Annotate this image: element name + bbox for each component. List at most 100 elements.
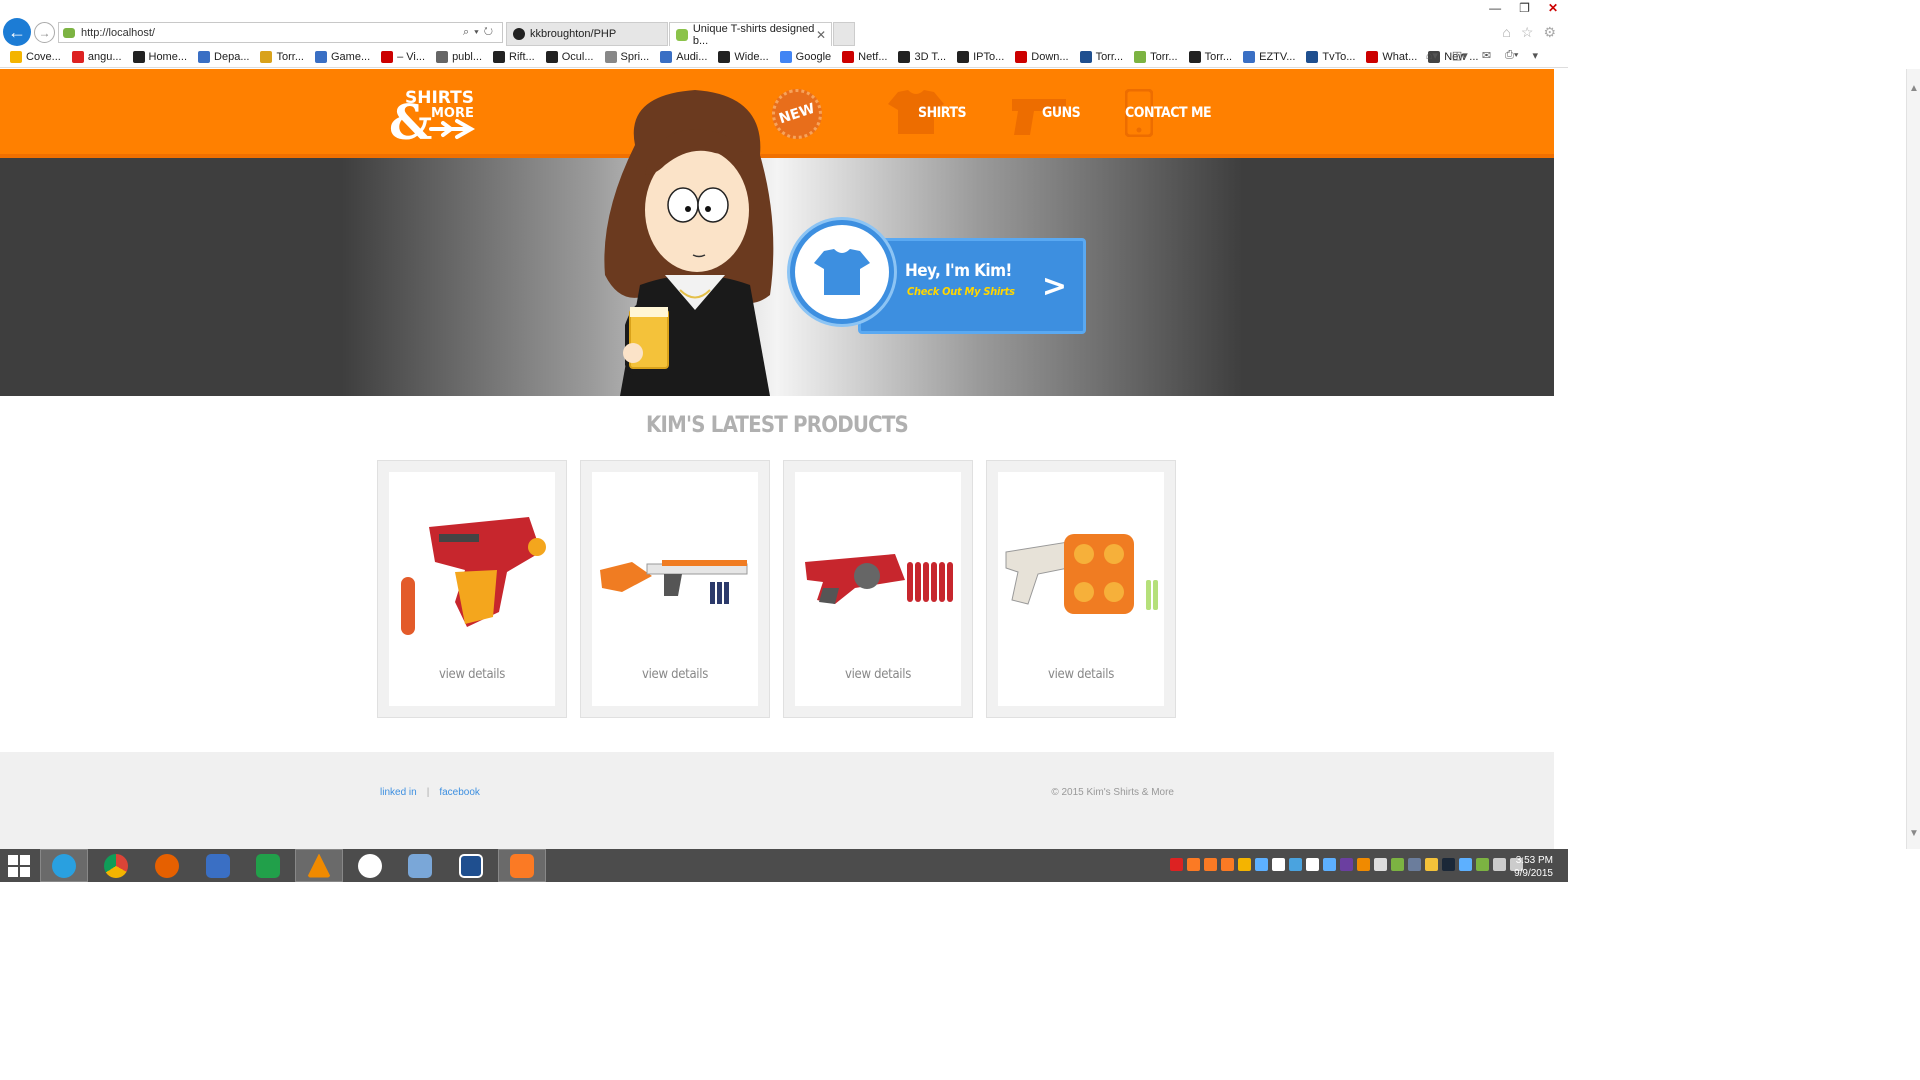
favorite-item[interactable]: Netf... [842, 50, 887, 63]
favorite-item[interactable]: IPTo... [957, 50, 1004, 63]
favorite-item[interactable]: Audi... [660, 50, 707, 63]
favorite-item[interactable]: Down... [1015, 50, 1069, 63]
vlc-tray-icon[interactable] [1357, 858, 1370, 871]
home-icon[interactable]: ⌂ [1502, 24, 1510, 41]
new-tab-button[interactable] [833, 22, 855, 46]
favorite-item[interactable]: angu... [71, 50, 122, 63]
favorite-item[interactable]: TvTo... [1306, 50, 1355, 63]
sync-tray-icon[interactable] [1323, 858, 1336, 871]
view-details-link[interactable]: view details [592, 667, 758, 682]
yellow-tray-icon[interactable] [1425, 858, 1438, 871]
favorite-site-icon [493, 50, 506, 63]
favorite-item[interactable]: Spri... [604, 50, 649, 63]
back-button[interactable]: ← [3, 18, 31, 46]
product-card[interactable]: view details [986, 460, 1176, 718]
favorite-item[interactable]: Ocul... [545, 50, 594, 63]
nav-shirts[interactable]: SHIRTS [918, 105, 967, 125]
editor-taskbar-icon[interactable] [447, 849, 495, 882]
favorite-item[interactable]: Torr... [260, 50, 304, 63]
windows-start-icon[interactable] [8, 855, 30, 877]
xampp-tray-icon[interactable] [1187, 858, 1200, 871]
favorite-item[interactable]: Rift... [493, 50, 535, 63]
search-refresh-icons[interactable]: ⌕▾↻ [463, 26, 498, 39]
tab-active[interactable]: Unique T-shirts designed b... ✕ [669, 22, 832, 47]
favorite-item[interactable]: Wide... [718, 50, 769, 63]
shield-tray-icon[interactable] [1476, 858, 1489, 871]
favorite-site-icon [718, 50, 731, 63]
eye-app-taskbar-icon[interactable] [346, 849, 394, 882]
remote-desktop-taskbar-icon[interactable] [396, 849, 444, 882]
adobe-tray-icon[interactable] [1170, 858, 1183, 871]
favorite-item[interactable]: Home... [132, 50, 187, 63]
xampp-tray-icon[interactable] [1221, 858, 1234, 871]
view-details-link[interactable]: view details [998, 667, 1164, 682]
favorite-item[interactable]: 3D T... [898, 50, 946, 63]
gear-icon[interactable]: ⚙ [1543, 24, 1556, 41]
app-tray-icon[interactable] [1408, 858, 1421, 871]
windows-tray-icon[interactable] [1272, 858, 1285, 871]
product-card[interactable]: view details [783, 460, 973, 718]
facebook-link[interactable]: facebook [439, 787, 480, 798]
vlc-taskbar-icon[interactable] [295, 849, 343, 882]
favorites-star-icon[interactable]: ☆ [1521, 24, 1534, 41]
site-logo[interactable]: SHIRTS & MORE [387, 83, 477, 145]
nerf-blaster-darts-image [805, 554, 953, 604]
favorite-item[interactable]: Cove... [10, 50, 61, 63]
restore-icon[interactable]: ❐ [1519, 1, 1530, 15]
drive-tray-icon[interactable] [1238, 858, 1251, 871]
favorite-item[interactable]: – Vi... [381, 50, 425, 63]
eye-tray-icon[interactable] [1306, 858, 1319, 871]
close-tab-icon[interactable]: ✕ [816, 28, 826, 42]
system-clock[interactable]: 3:53 PM 9/9/2015 [1514, 854, 1553, 880]
favorite-item[interactable]: Game... [315, 50, 370, 63]
favorite-item[interactable]: EZTV... [1243, 50, 1295, 63]
hero-cta[interactable]: Hey, I'm Kim! Check Out My Shirts > [790, 220, 1090, 336]
favorite-item[interactable]: publ... [436, 50, 482, 63]
favorite-item[interactable]: What... [1366, 50, 1417, 63]
address-input[interactable] [81, 26, 461, 39]
skype-tray-icon[interactable] [1289, 858, 1302, 871]
chevron-right-icon[interactable]: > [1042, 269, 1067, 304]
favorite-item[interactable]: Torr... [1188, 50, 1232, 63]
home-icon[interactable]: ⌂▾ [1426, 49, 1438, 62]
xampp-taskbar-icon[interactable] [498, 849, 546, 882]
scroll-down-icon[interactable]: ▼ [1909, 828, 1919, 839]
page-menu-icon[interactable]: ▾ [1532, 49, 1538, 62]
view-details-link[interactable]: view details [795, 667, 961, 682]
network-tray-icon[interactable] [1255, 858, 1268, 871]
favorite-item[interactable]: Google [779, 50, 831, 63]
product-card[interactable]: view details [580, 460, 770, 718]
forward-button[interactable]: → [34, 22, 55, 43]
minimize-icon[interactable]: — [1489, 1, 1501, 15]
internet-explorer-taskbar-icon[interactable] [40, 849, 88, 882]
chrome-taskbar-icon[interactable] [92, 849, 140, 882]
feed-icon[interactable]: ◫▾ [1452, 49, 1468, 62]
favorite-item[interactable]: Depa... [198, 50, 249, 63]
steam-tray-icon[interactable] [1442, 858, 1455, 871]
product-card[interactable]: view details [377, 460, 567, 718]
firefox-taskbar-icon[interactable] [143, 849, 191, 882]
app-tray-icon[interactable] [1340, 858, 1353, 871]
favorite-site-icon [436, 50, 449, 63]
page-scrollbar[interactable]: ▲ ▼ [1906, 69, 1920, 849]
hero-cta-box[interactable]: Hey, I'm Kim! Check Out My Shirts > [858, 238, 1086, 334]
network-tray-icon[interactable] [1493, 858, 1506, 871]
favorite-item[interactable]: Torr... [1079, 50, 1123, 63]
scroll-up-icon[interactable]: ▲ [1909, 83, 1919, 94]
green-tray-icon[interactable] [1391, 858, 1404, 871]
tab-github[interactable]: kkbroughton/PHP [506, 22, 668, 46]
mail-icon[interactable]: ✉ [1482, 49, 1491, 62]
nav-contact-me[interactable]: CONTACT ME [1125, 105, 1212, 125]
xampp-tray-icon[interactable] [1204, 858, 1217, 871]
linkedin-link[interactable]: linked in [380, 787, 417, 798]
computer-taskbar-icon[interactable] [194, 849, 242, 882]
view-details-link[interactable]: view details [389, 667, 555, 682]
address-bar[interactable]: ⌕▾↻ [58, 22, 503, 43]
store-taskbar-icon[interactable] [244, 849, 292, 882]
close-window-icon[interactable]: ✕ [1548, 1, 1558, 15]
favorite-item[interactable]: Torr... [1134, 50, 1178, 63]
cloud-tray-icon[interactable] [1374, 858, 1387, 871]
onedrive-tray-icon[interactable] [1459, 858, 1472, 871]
nav-guns[interactable]: GUNS [1042, 105, 1081, 125]
print-icon[interactable]: ⎙▾ [1505, 49, 1518, 62]
